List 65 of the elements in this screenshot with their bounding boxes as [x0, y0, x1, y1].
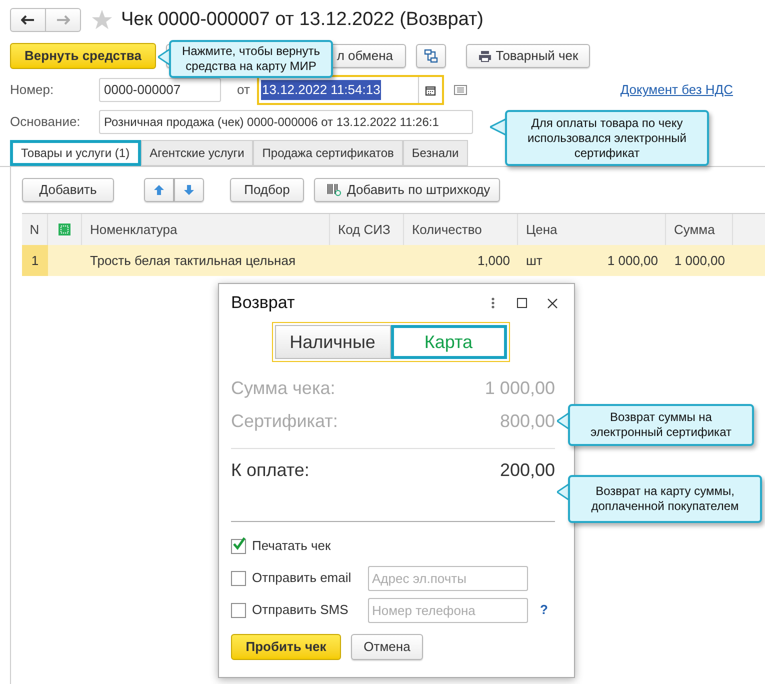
callout-text: Возврат суммы на электронный сертификат	[590, 410, 732, 440]
table-cell-text: 1 000,00	[606, 252, 659, 270]
summary-value: 1 000,00	[484, 377, 555, 400]
maximize-icon[interactable]	[517, 298, 527, 308]
close-icon[interactable]	[547, 298, 558, 308]
pick-button[interactable]: Подбор	[230, 178, 304, 202]
contact-input[interactable]: Номер телефона	[368, 598, 528, 622]
comment-icon[interactable]	[454, 85, 467, 95]
structure-button[interactable]	[416, 44, 446, 68]
table-cell-text: Трость белая тактильная цельная	[89, 252, 296, 270]
contact-input[interactable]: Адрес эл.почты	[368, 566, 528, 590]
table-row[interactable]: 1 Трость белая тактильная цельная 1,000 шт 1 000,00 1 000,00	[22, 245, 765, 276]
add-button[interactable]: Добавить	[22, 178, 114, 202]
cancel-button[interactable]: Отмена	[351, 634, 423, 660]
table-cell: 1	[22, 245, 48, 276]
marking-icon	[58, 223, 71, 236]
summary-label: Сумма чека:	[231, 377, 336, 400]
down-arrow-icon	[183, 184, 195, 196]
tab[interactable]: Товары и услуги (1)	[10, 140, 141, 166]
move-down-button[interactable]	[174, 178, 204, 202]
total-value: 200,00	[500, 458, 555, 482]
up-arrow-icon	[153, 184, 165, 196]
star-icon[interactable]	[91, 9, 113, 31]
return-funds-button[interactable]: Вернуть средства	[10, 43, 156, 69]
dialog-title: Возврат	[231, 292, 295, 314]
callout-text: Для оплаты товара по чеку использовался электронный сертификат	[526, 116, 688, 160]
window-title: Чек 0000-000007 от 13.12.2022 (Возврат)	[121, 8, 484, 32]
field-label: Номер:	[10, 81, 55, 100]
tab[interactable]: Продажа сертификатов	[253, 140, 403, 166]
payment-mode-toggle[interactable]: Наличные	[274, 325, 390, 359]
back-button[interactable]	[10, 8, 46, 32]
option-label: Печатать чек	[252, 537, 332, 556]
callout-text: Нажмите, чтобы вернуть средства на карту МИР	[180, 44, 322, 74]
calendar-icon[interactable]	[425, 84, 436, 96]
check-icon	[232, 536, 246, 550]
print-receipt-button[interactable]: Пробить чек	[231, 634, 341, 660]
summary-label: Сертификат:	[231, 410, 338, 433]
basis-field[interactable]: Розничная продажа (чек) 0000-000006 от 13.12.2022 11:26:1	[99, 110, 473, 134]
help-link[interactable]: ?	[540, 600, 548, 620]
sales-receipt-button[interactable]: Товарный чек	[466, 44, 590, 68]
barcode-icon	[327, 183, 343, 197]
tab[interactable]: Безнали	[402, 140, 468, 166]
number-field[interactable]: 0000-000007	[99, 78, 221, 102]
checkbox[interactable]	[231, 570, 246, 586]
move-up-button[interactable]	[144, 178, 174, 202]
total-label: К оплате:	[231, 458, 310, 482]
no-vat-link[interactable]: Документ без НДС	[620, 80, 733, 100]
tab[interactable]: Агентские услуги	[140, 140, 254, 166]
more-icon[interactable]	[491, 297, 495, 309]
field-label: от	[237, 81, 251, 100]
checkbox[interactable]	[231, 538, 246, 554]
callout-text: Возврат на карту суммы, доплаченной покупателем	[590, 484, 740, 514]
add-by-barcode-button[interactable]: Добавить по штрихкоду	[314, 178, 500, 202]
hierarchy-icon	[424, 49, 438, 63]
table-cell-text: 1 000,00	[673, 252, 726, 270]
printer-icon	[478, 50, 492, 62]
option-label: Отправить email	[252, 569, 352, 588]
left-arrow-icon	[21, 15, 35, 25]
option-label: Отправить SMS	[252, 601, 350, 620]
right-arrow-icon	[56, 15, 70, 25]
table-cell-text: 1,000	[476, 252, 511, 270]
checkbox[interactable]	[231, 602, 246, 618]
table-cell-text: шт	[525, 252, 544, 270]
field-label: Основание:	[10, 113, 82, 132]
summary-value: 800,00	[500, 410, 555, 433]
